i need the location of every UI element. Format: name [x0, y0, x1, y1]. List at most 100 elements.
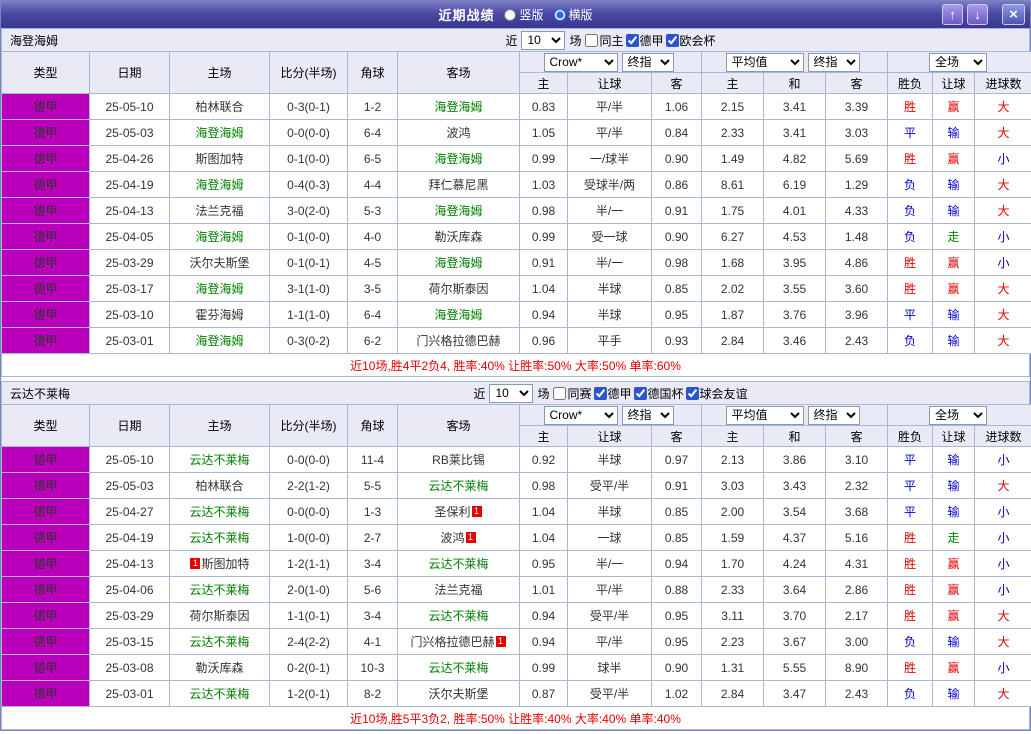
odds-home-cell: 0.83	[519, 93, 568, 120]
league-cell: 德甲	[1, 550, 90, 577]
bookmaker-select[interactable]: Crow*	[543, 52, 618, 72]
vertical-layout-radio[interactable]	[504, 8, 517, 21]
odds-home-cell: 0.94	[519, 301, 568, 328]
home-team-cell: 柏林联合	[169, 472, 270, 499]
col-header-avg-away: 客	[825, 72, 889, 94]
score-cell: 0-3(0-1)	[269, 93, 348, 120]
scope-select[interactable]: 全场	[929, 52, 988, 72]
horizontal-layout-radio[interactable]	[553, 8, 566, 21]
match-row: 德甲 25-05-03 柏林联合 2-2(1-2) 5-5 云达不莱梅 0.98 受平/半 0.…	[1, 472, 1031, 499]
move-down-button[interactable]: ↓	[967, 4, 988, 25]
team-label: 云达不莱梅	[189, 583, 250, 597]
result-cell: 负	[887, 223, 934, 250]
filter-checkbox[interactable]	[585, 33, 599, 47]
result-cell: 胜	[887, 249, 934, 276]
filter-games-select[interactable]: 10	[489, 383, 534, 403]
team-label: 海登海姆	[434, 204, 483, 218]
home-team-cell: 云达不莱梅	[169, 446, 270, 473]
filter-option-同主[interactable]: 同主	[585, 32, 624, 49]
filter-option-德甲[interactable]: 德甲	[593, 385, 632, 402]
table-header-row-1: 类型 日期 主场 比分(半场) 角球 客场 Crow* 终指 平均值 终指 全场	[1, 404, 1031, 447]
corner-cell: 4-4	[347, 171, 398, 198]
col-header-score: 比分(半场)	[269, 51, 348, 94]
score-cell: 2-0(1-0)	[269, 576, 348, 603]
filter-checkbox[interactable]	[665, 33, 679, 47]
close-icon: ×	[1009, 6, 1018, 23]
layout-option-vertical[interactable]: 竖版	[504, 6, 544, 23]
filter-option-label: 球会友谊	[699, 386, 748, 401]
date-cell: 25-03-29	[89, 249, 170, 276]
avg-away-cell: 4.86	[825, 249, 889, 276]
odds-line-cell: 半球	[567, 446, 652, 473]
odds-away-cell: 0.86	[650, 171, 703, 198]
result-cell: 胜	[887, 576, 934, 603]
corner-cell: 3-4	[347, 550, 398, 577]
filter-checkbox[interactable]	[633, 386, 647, 400]
close-button[interactable]: ×	[1002, 4, 1025, 25]
avg-home-cell: 1.59	[701, 524, 765, 551]
odds-line-cell: 平/半	[567, 93, 652, 120]
odds-line-cell: 球半	[567, 654, 652, 681]
move-up-button[interactable]: ↑	[942, 4, 963, 25]
odds-away-cell: 0.98	[650, 249, 703, 276]
odds-line-cell: 一/球半	[567, 145, 652, 172]
final-odds-select-2[interactable]: 终指	[807, 52, 860, 72]
match-row: 德甲 25-04-27 云达不莱梅 0-0(0-0) 1-3 圣保利 1 1.04 半球 0.85…	[1, 498, 1031, 525]
filter-checkbox[interactable]	[625, 33, 639, 47]
goals-cell: 小	[974, 446, 1031, 473]
result-cell: 胜	[887, 550, 934, 577]
handicap-result-cell: 输	[932, 472, 976, 499]
corner-cell: 2-7	[347, 524, 398, 551]
odds-home-cell: 1.05	[519, 119, 568, 146]
date-cell: 25-05-10	[89, 446, 170, 473]
avg-away-cell: 3.60	[825, 275, 889, 302]
team-label: 斯图加特	[195, 152, 244, 166]
filter-checkbox[interactable]	[593, 386, 607, 400]
final-odds-select-2[interactable]: 终指	[807, 405, 860, 425]
avg-draw-cell: 4.82	[763, 145, 827, 172]
avg-away-cell: 1.29	[825, 171, 889, 198]
filter-option-德甲[interactable]: 德甲	[625, 32, 664, 49]
score-cell: 3-1(1-0)	[269, 275, 348, 302]
match-row: 德甲 25-03-10 霍芬海姆 1-1(1-0) 6-4 海登海姆 0.94 半球 0.95 1…	[1, 301, 1031, 328]
odds-line-cell: 受一球	[567, 223, 652, 250]
result-cell: 平	[887, 498, 934, 525]
bookmaker-select[interactable]: Crow*	[543, 405, 618, 425]
filter-option-同赛[interactable]: 同赛	[553, 385, 592, 402]
final-odds-select[interactable]: 终指	[621, 52, 674, 72]
scope-select-group: 全场	[887, 404, 1031, 426]
scope-select[interactable]: 全场	[929, 405, 988, 425]
filter-checkbox[interactable]	[553, 386, 567, 400]
layout-option-horizontal[interactable]: 横版	[553, 6, 593, 23]
goals-cell: 小	[974, 550, 1031, 577]
final-odds-select[interactable]: 终指	[621, 405, 674, 425]
filter-option-球会友谊[interactable]: 球会友谊	[685, 385, 748, 402]
odds-home-cell: 0.94	[519, 602, 568, 629]
team-label: 勒沃库森	[195, 661, 244, 675]
filter-games-select[interactable]: 10	[521, 30, 566, 50]
filter-option-德国杯[interactable]: 德国杯	[633, 385, 684, 402]
date-cell: 25-03-08	[89, 654, 170, 681]
match-row: 德甲 25-05-10 云达不莱梅 0-0(0-0) 11-4 RB莱比锡 0.92 半球 0.…	[1, 446, 1031, 473]
col-header-odds-line: 让球	[567, 72, 652, 94]
results-table: 类型 日期 主场 比分(半场) 角球 客场 Crow*终指 平均值终指 全场	[1, 51, 1031, 354]
red-card-badge: 1	[471, 506, 482, 517]
avg-draw-cell: 4.53	[763, 223, 827, 250]
score-cell: 2-4(2-2)	[269, 628, 348, 655]
average-odds-select[interactable]: 平均值	[725, 405, 804, 425]
avg-away-cell: 5.69	[825, 145, 889, 172]
odds-home-cell: 1.04	[519, 498, 568, 525]
titlebar-center: 近期战绩 竖版 横版	[1, 5, 1030, 24]
date-cell: 25-04-13	[89, 550, 170, 577]
avg-draw-cell: 4.37	[763, 524, 827, 551]
filter-checkbox[interactable]	[685, 386, 699, 400]
average-odds-select[interactable]: 平均值	[725, 52, 804, 72]
team-section: 海登海姆 近 10 场 同主 德甲 欧会杯 类型 日期 主场 比分(半场) 角球…	[1, 28, 1031, 377]
filter-option-欧会杯[interactable]: 欧会杯	[665, 32, 716, 49]
europe-odds-select-group: 平均值 终指	[701, 51, 889, 73]
score-cell: 0-0(0-0)	[269, 446, 348, 473]
col-header-odds-away: 客	[650, 425, 703, 447]
away-team-cell: 云达不莱梅	[397, 602, 520, 629]
match-row: 德甲 25-04-26 斯图加特 0-1(0-0) 6-5 海登海姆 0.99 一/球半 0.9…	[1, 145, 1031, 172]
goals-cell: 大	[974, 197, 1031, 224]
